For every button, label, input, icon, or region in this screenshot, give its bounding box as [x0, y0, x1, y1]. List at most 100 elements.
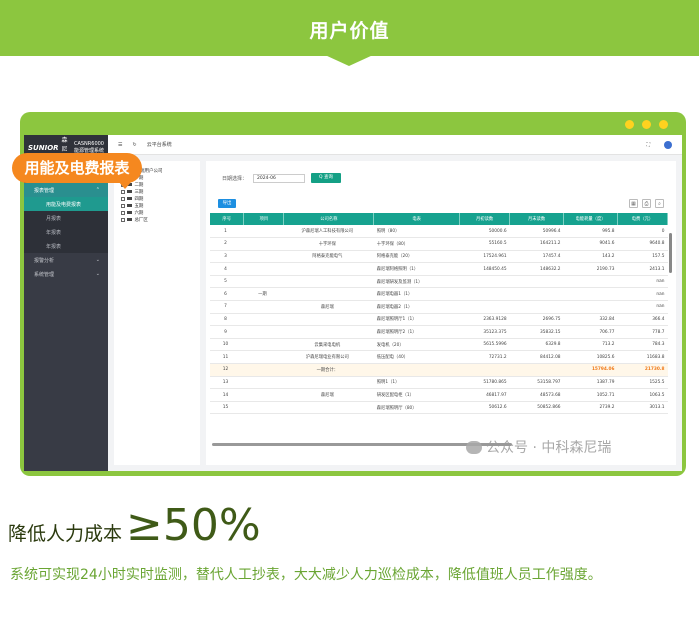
- table-cell: 1052.71: [563, 388, 618, 402]
- topbar-label: 云平台系统: [146, 142, 172, 148]
- table-cell: 53158.797: [509, 376, 564, 390]
- table-cell: 14: [210, 388, 244, 402]
- checkbox-icon[interactable]: [121, 189, 126, 194]
- table-cell: [283, 376, 374, 390]
- table-cell: 713.2: [563, 338, 618, 352]
- table-cell: 366.4: [617, 313, 668, 327]
- query-button[interactable]: Q 查询: [311, 173, 342, 183]
- table-row: 3 阿格泰克能电气 阿格泰克能（20） 17524.961 17457.4 143.2 15…: [210, 250, 668, 264]
- chevron-up-icon: ⌃: [95, 187, 100, 193]
- table-row: 1 沪森尼瑞人工科技有限公司 照明（80） 50000.6 50996.4 995.8 0: [210, 225, 668, 239]
- window-dots: [625, 120, 668, 129]
- table-cell: 0: [617, 225, 668, 239]
- table-cell: [243, 401, 284, 415]
- col-header[interactable]: 项目: [243, 213, 285, 225]
- sidebar-subitem-yearly-2[interactable]: 年报表: [24, 239, 108, 253]
- folder-icon: [127, 196, 133, 201]
- tree-node[interactable]: 四期: [118, 195, 196, 202]
- headline: 降低人力成本 ≥50%: [8, 500, 261, 551]
- table-cell: [563, 275, 618, 289]
- table-cell: 一期: [243, 287, 284, 302]
- table-row: 4 森尼瑞阿格照明（1） 148450.45 148632.2 2190.73 2413.…: [210, 262, 668, 276]
- table-row: 2 十字环保 十字环保（80） 55160.5 164211.2 9041.6 9640.8: [210, 237, 668, 251]
- topbar: ☰ ↻ 云平台系统 ⛶: [108, 135, 682, 155]
- sidebar-subitem-monthly[interactable]: 月报表: [24, 211, 108, 225]
- checkbox-icon[interactable]: [121, 203, 126, 208]
- table-row: 15 森尼瑞照明厅（80） 50612.6 50852.866 2739.2 3013.1: [210, 401, 668, 415]
- table-cell: 11683.8: [617, 350, 668, 365]
- chevron-down-icon: ⌄: [95, 257, 100, 263]
- feature-tag: 用能及电费报表: [12, 153, 142, 183]
- col-header[interactable]: 电费（元）: [617, 213, 668, 225]
- table-cell: [509, 363, 564, 377]
- table-cell: 9640.8: [617, 237, 668, 251]
- export-button[interactable]: 导出: [218, 199, 236, 208]
- table-cell: 森尼瑞阿格照明（1）: [373, 262, 460, 276]
- table-cell: 50996.4: [509, 225, 564, 239]
- table-cell: [243, 275, 284, 289]
- table-cell: 3013.1: [617, 401, 668, 415]
- feature-tag-pointer: [118, 181, 132, 189]
- table-cell: 48573.68: [509, 388, 564, 402]
- col-header[interactable]: 电能耗量（度）: [563, 213, 618, 225]
- table-cell: 13: [210, 376, 244, 390]
- table-cell: [283, 275, 374, 289]
- col-header[interactable]: 公司名称: [283, 213, 375, 225]
- avatar[interactable]: [664, 140, 672, 149]
- refresh-icon[interactable]: ↻: [132, 142, 136, 148]
- table-cell: 阿格泰克能（20）: [373, 250, 460, 264]
- tree-node[interactable]: 六期: [118, 209, 196, 216]
- date-input[interactable]: 2024-06: [253, 173, 306, 183]
- table-cell: 55160.5: [459, 237, 510, 251]
- checkbox-icon[interactable]: [121, 217, 126, 222]
- col-header[interactable]: 序号: [210, 213, 245, 225]
- table-cell: 沪森尼瑞电业有限公司: [283, 350, 374, 365]
- columns-icon[interactable]: ▦: [629, 199, 638, 208]
- table-cell: [459, 300, 510, 314]
- checkbox-icon[interactable]: [121, 196, 126, 201]
- date-filter: 日期选择： 2024-06 Q 查询: [222, 173, 342, 183]
- table-cell: 6: [210, 287, 244, 302]
- tree-label: 五期: [134, 203, 144, 209]
- table-cell: [243, 313, 284, 327]
- tree-label: 六期: [134, 210, 144, 216]
- watermark: 公众号 · 中科森尼瑞: [466, 437, 611, 457]
- table-row: 5 森尼瑞研发及监测（1） nan: [210, 275, 668, 289]
- table-cell: 3: [210, 250, 244, 264]
- sidebar-subitem-energy-report[interactable]: 用能及电费报表: [24, 197, 108, 211]
- tree-label: 三期: [134, 189, 144, 195]
- sidebar-subitem-yearly[interactable]: 年报表: [24, 225, 108, 239]
- watermark-text: 公众号 · 中科森尼瑞: [486, 440, 612, 456]
- sidebar-menu: 报表管理 ⌃ 用能及电费报表 月报表 年报表 年报表 报警分析 ⌄ 系统管理 ⌄: [24, 183, 108, 281]
- logo-brand: SUNIOR: [28, 144, 59, 152]
- table-cell: 一期合计：: [283, 363, 374, 377]
- fullscreen-icon[interactable]: ⛶: [646, 142, 650, 148]
- table-row: 12 一期合计： 15794.06 21730.8: [210, 363, 668, 377]
- table-cell: 研发区配电柜（1）: [373, 388, 460, 402]
- menu-toggle-icon[interactable]: ☰: [118, 142, 122, 148]
- col-header[interactable]: 月初读数: [459, 213, 511, 225]
- logo-system-line1: CASNR6000: [73, 141, 104, 147]
- table-cell: 995.8: [563, 225, 618, 239]
- table-cell: 十字环保（80）: [373, 237, 460, 251]
- table-cell: [283, 262, 374, 276]
- report-panel: 日期选择： 2024-06 Q 查询 导出 ▦ ⎙ ⌕ 序号 项目 公司名称 电…: [206, 161, 676, 465]
- tree-node[interactable]: 三期: [118, 188, 196, 195]
- table-cell: [243, 300, 284, 314]
- table-cell: 9: [210, 325, 244, 339]
- sidebar-item-reports[interactable]: 报表管理 ⌃: [24, 183, 108, 197]
- search-icon[interactable]: ⌕: [655, 199, 664, 208]
- sidebar-item-alarm[interactable]: 报警分析 ⌄: [24, 253, 108, 267]
- col-header[interactable]: 电表: [373, 213, 461, 225]
- table-cell: 森尼瑞: [283, 388, 374, 402]
- table-row: 9 森尼瑞照明厅2（1） 35123.375 35832.15 706.77 778.7: [210, 325, 668, 339]
- vertical-scrollbar[interactable]: [669, 233, 672, 273]
- tree-node[interactable]: 五期: [118, 202, 196, 209]
- table-cell: 阿格泰克能电气: [283, 250, 374, 264]
- print-icon[interactable]: ⎙: [642, 199, 651, 208]
- col-header[interactable]: 月末读数: [509, 213, 565, 225]
- table-row: 7 森尼瑞 森尼瑞电器2（1） nan: [210, 300, 668, 314]
- checkbox-icon[interactable]: [121, 210, 126, 215]
- sidebar-item-system[interactable]: 系统管理 ⌄: [24, 267, 108, 281]
- tree-node[interactable]: 总厂区: [118, 216, 196, 223]
